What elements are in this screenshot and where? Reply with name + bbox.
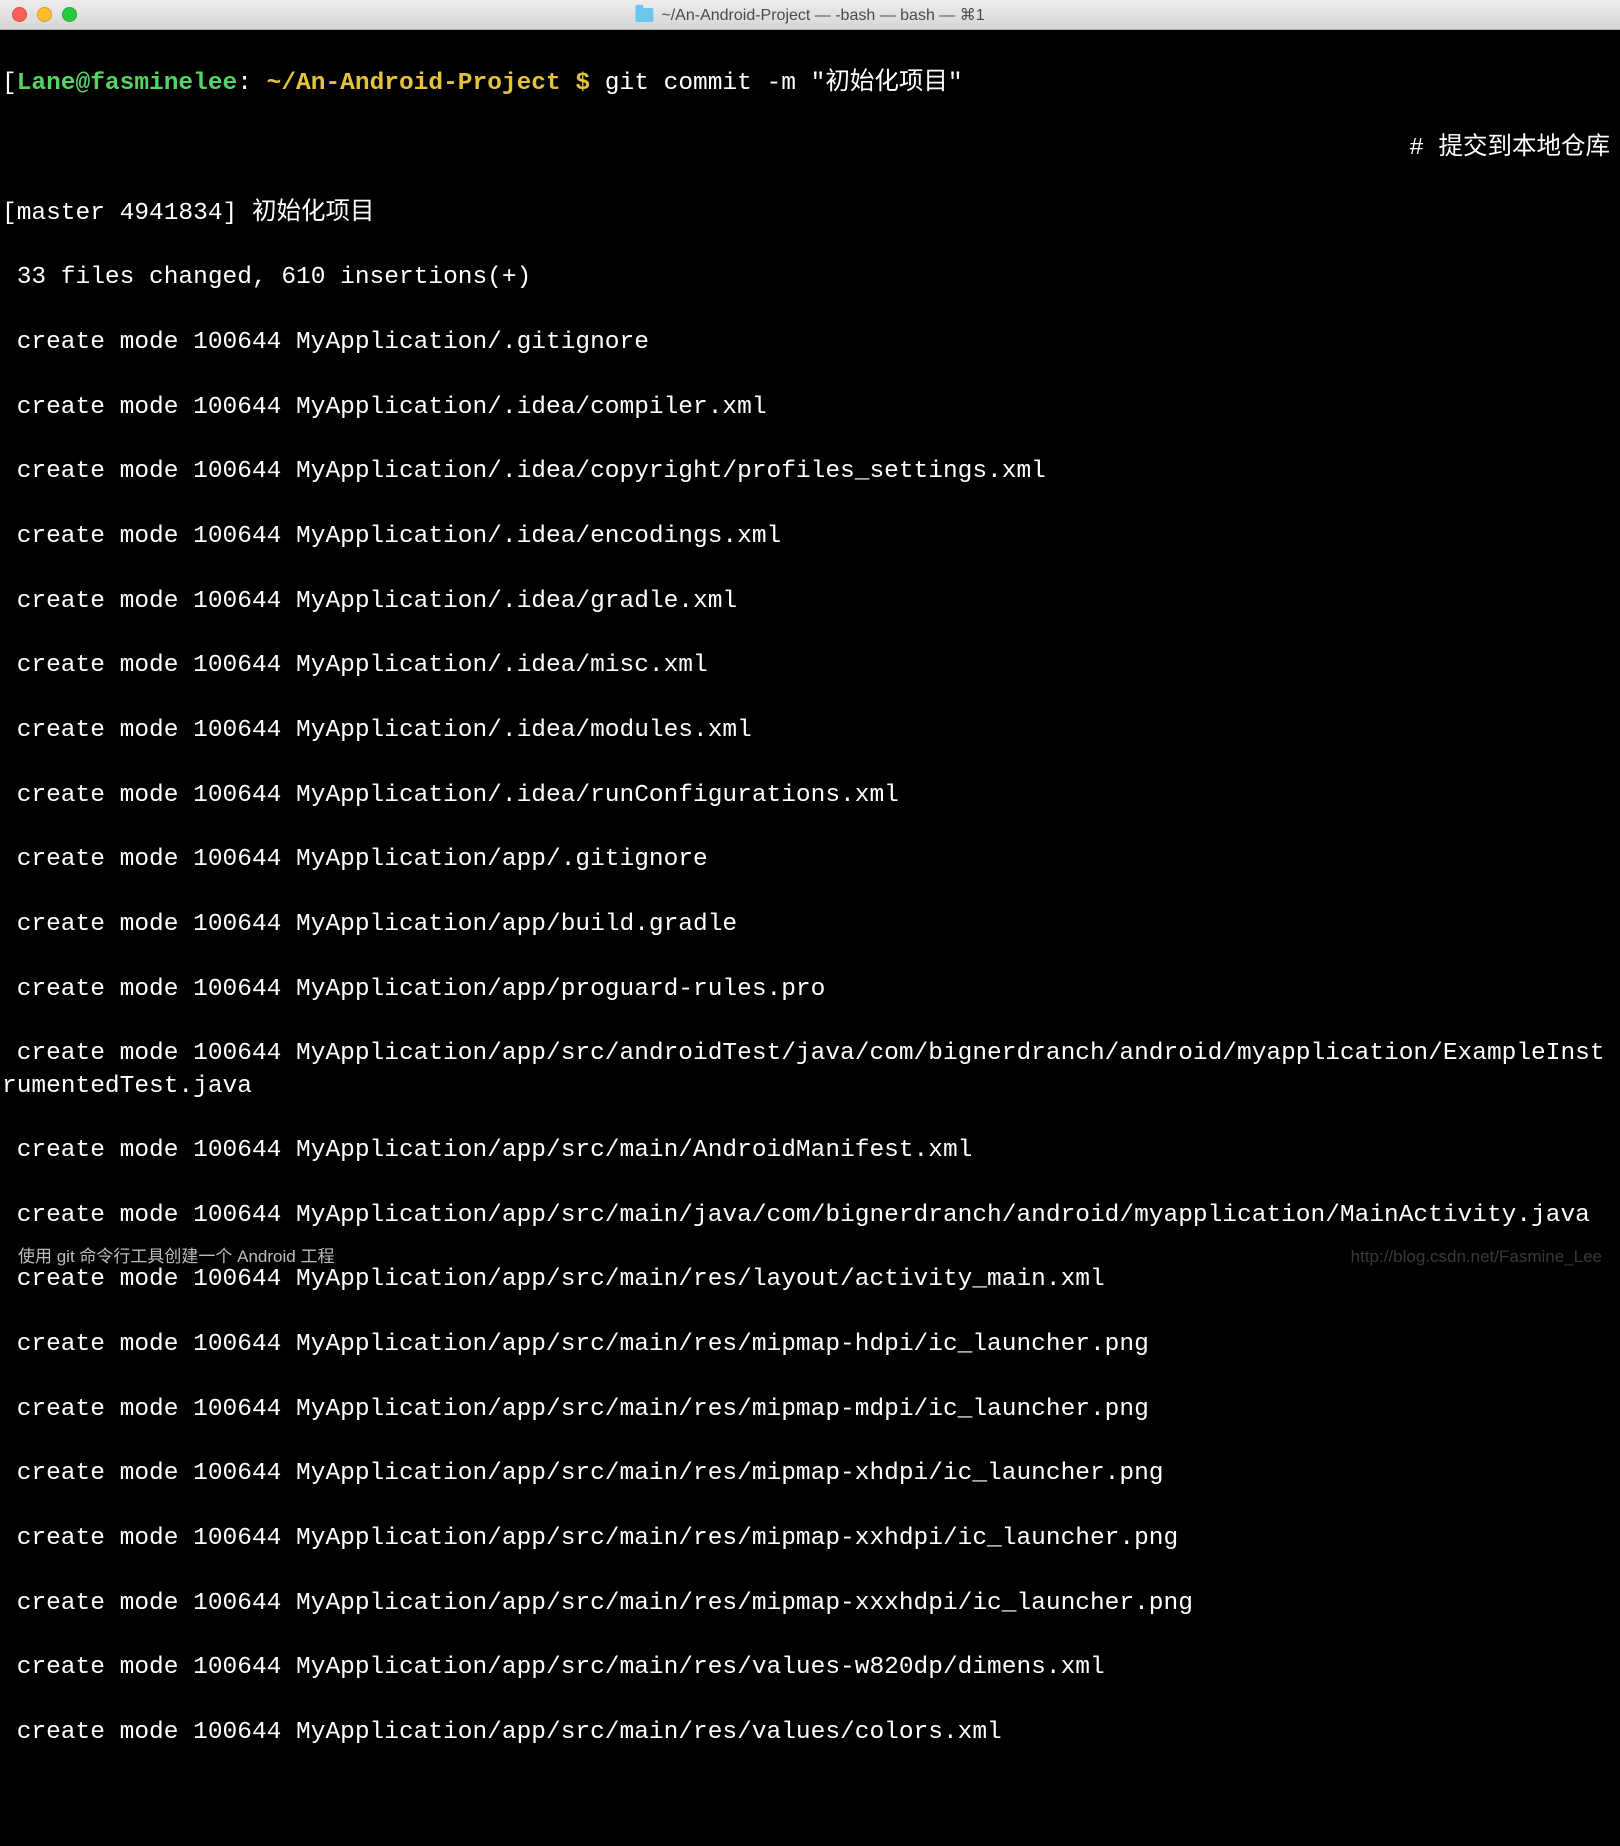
close-button[interactable] xyxy=(12,7,27,22)
maximize-button[interactable] xyxy=(62,7,77,22)
file-line: create mode 100644 MyApplication/.idea/g… xyxy=(2,586,1618,618)
file-line: create mode 100644 MyApplication/app/src… xyxy=(2,1200,1618,1232)
file-line: create mode 100644 MyApplication/app/src… xyxy=(2,1264,1618,1296)
file-line: create mode 100644 MyApplication/app/pro… xyxy=(2,974,1618,1006)
prompt-command: git commit -m "初始化项目" xyxy=(590,70,962,97)
folder-icon xyxy=(635,8,653,22)
file-line: create mode 100644 MyApplication/.idea/c… xyxy=(2,392,1618,424)
file-line: create mode 100644 MyApplication/app/src… xyxy=(2,1329,1618,1361)
file-line: create mode 100644 MyApplication/.idea/m… xyxy=(2,650,1618,682)
file-line: create mode 100644 MyApplication/app/.gi… xyxy=(2,844,1618,876)
file-line: create mode 100644 MyApplication/app/src… xyxy=(2,1458,1618,1490)
file-line: create mode 100644 MyApplication/app/src… xyxy=(2,1717,1618,1749)
commit-summary: 33 files changed, 610 insertions(+) xyxy=(2,262,1618,294)
file-line: create mode 100644 MyApplication/app/bui… xyxy=(2,909,1618,941)
prompt-line: [Lane@fasminelee: ~/An-Android-Project $… xyxy=(2,68,1618,100)
file-line: create mode 100644 MyApplication/.idea/c… xyxy=(2,456,1618,488)
file-line: create mode 100644 MyApplication/.idea/e… xyxy=(2,521,1618,553)
terminal-output[interactable]: [Lane@fasminelee: ~/An-Android-Project $… xyxy=(0,30,1620,1276)
commit-header: [master 4941834] 初始化项目 xyxy=(2,198,1618,230)
prompt-user-host: Lane@fasminelee xyxy=(17,70,238,97)
comment-line: # 提交到本地仓库 xyxy=(2,133,1618,165)
file-line: create mode 100644 MyApplication/.gitign… xyxy=(2,327,1618,359)
file-line: create mode 100644 MyApplication/app/src… xyxy=(2,1652,1618,1684)
window-titlebar: ~/An-Android-Project — -bash — bash — ⌘1 xyxy=(0,0,1620,30)
file-line: create mode 100644 MyApplication/app/src… xyxy=(2,1135,1618,1167)
bracket-open: [ xyxy=(2,70,17,97)
file-line: create mode 100644 MyApplication/app/src… xyxy=(2,1038,1618,1103)
minimize-button[interactable] xyxy=(37,7,52,22)
file-line: create mode 100644 MyApplication/.idea/m… xyxy=(2,715,1618,747)
window-title: ~/An-Android-Project — -bash — bash — ⌘1 xyxy=(661,5,984,25)
file-line: create mode 100644 MyApplication/app/src… xyxy=(2,1523,1618,1555)
file-line: create mode 100644 MyApplication/.idea/r… xyxy=(2,780,1618,812)
file-line: create mode 100644 MyApplication/app/src… xyxy=(2,1394,1618,1426)
prompt-path: ~/An-Android-Project $ xyxy=(252,70,590,97)
caption-overlay: 使用 git 命令行工具创建一个 Android 工程 xyxy=(18,1246,334,1268)
prompt-colon: : xyxy=(237,70,252,97)
watermark-overlay: http://blog.csdn.net/Fasmine_Lee xyxy=(1351,1246,1602,1268)
file-line: create mode 100644 MyApplication/app/src… xyxy=(2,1588,1618,1620)
titlebar-title-wrap: ~/An-Android-Project — -bash — bash — ⌘1 xyxy=(635,5,984,25)
traffic-lights xyxy=(0,7,77,22)
